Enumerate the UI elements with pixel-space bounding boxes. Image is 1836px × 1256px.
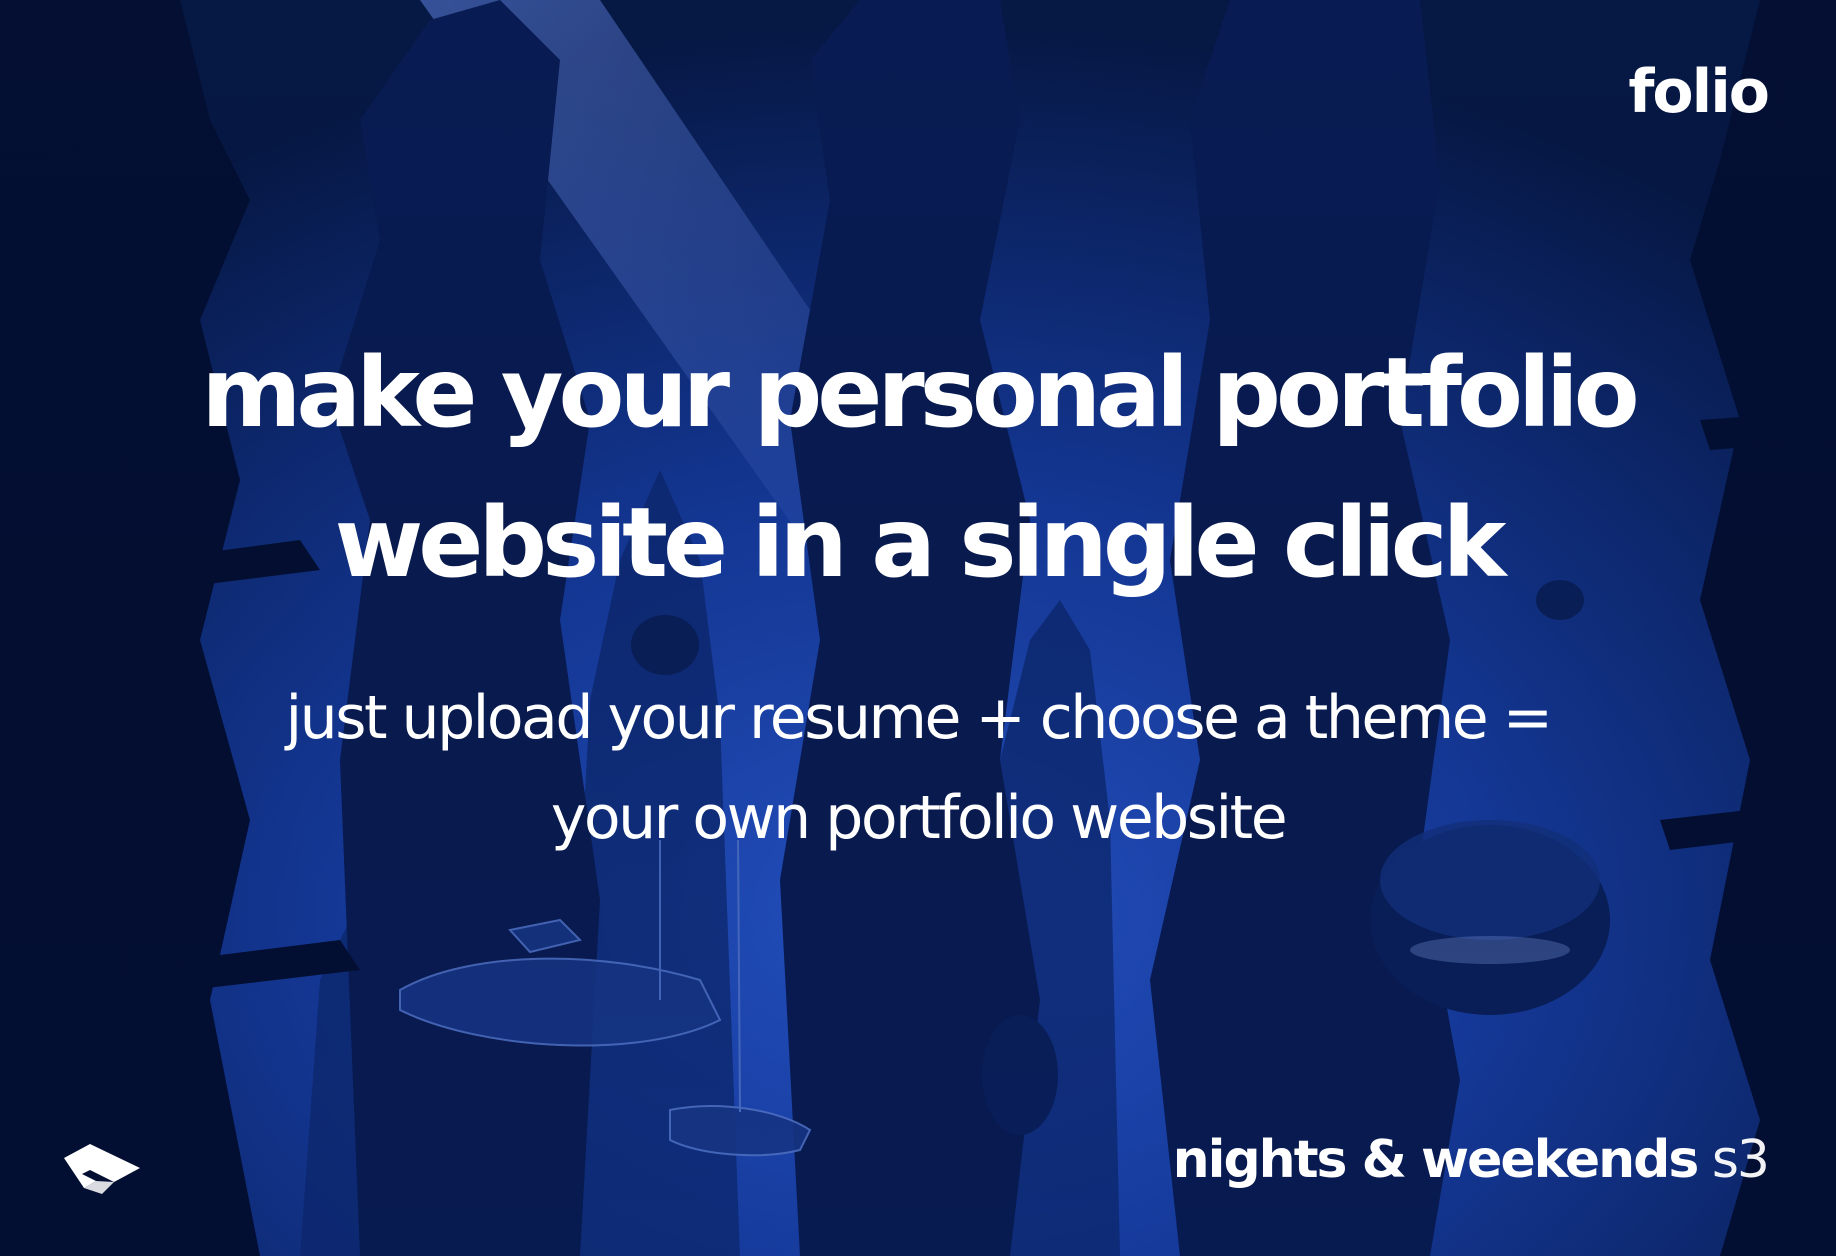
subheadline-line-1: just upload your resume + choose a theme… (285, 683, 1553, 753)
event-season: s3 (1711, 1130, 1770, 1190)
brand-wordmark: folio (1628, 57, 1770, 127)
subheadline: just upload your resume + choose a theme… (0, 668, 1836, 868)
headline: make your personal portfolio website in … (0, 318, 1836, 618)
event-tag: nights & weekends s3 (1173, 1134, 1770, 1186)
headline-line-1: make your personal portfolio (201, 337, 1639, 449)
subheadline-line-2: your own portfolio website (550, 783, 1288, 853)
event-name: nights & weekends (1172, 1130, 1700, 1190)
background-illustration (0, 0, 1836, 1256)
headline-line-2: website in a single click (334, 487, 1507, 599)
buildspace-logo-icon (64, 1144, 140, 1194)
poster: folio make your personal portfolio websi… (0, 0, 1836, 1256)
